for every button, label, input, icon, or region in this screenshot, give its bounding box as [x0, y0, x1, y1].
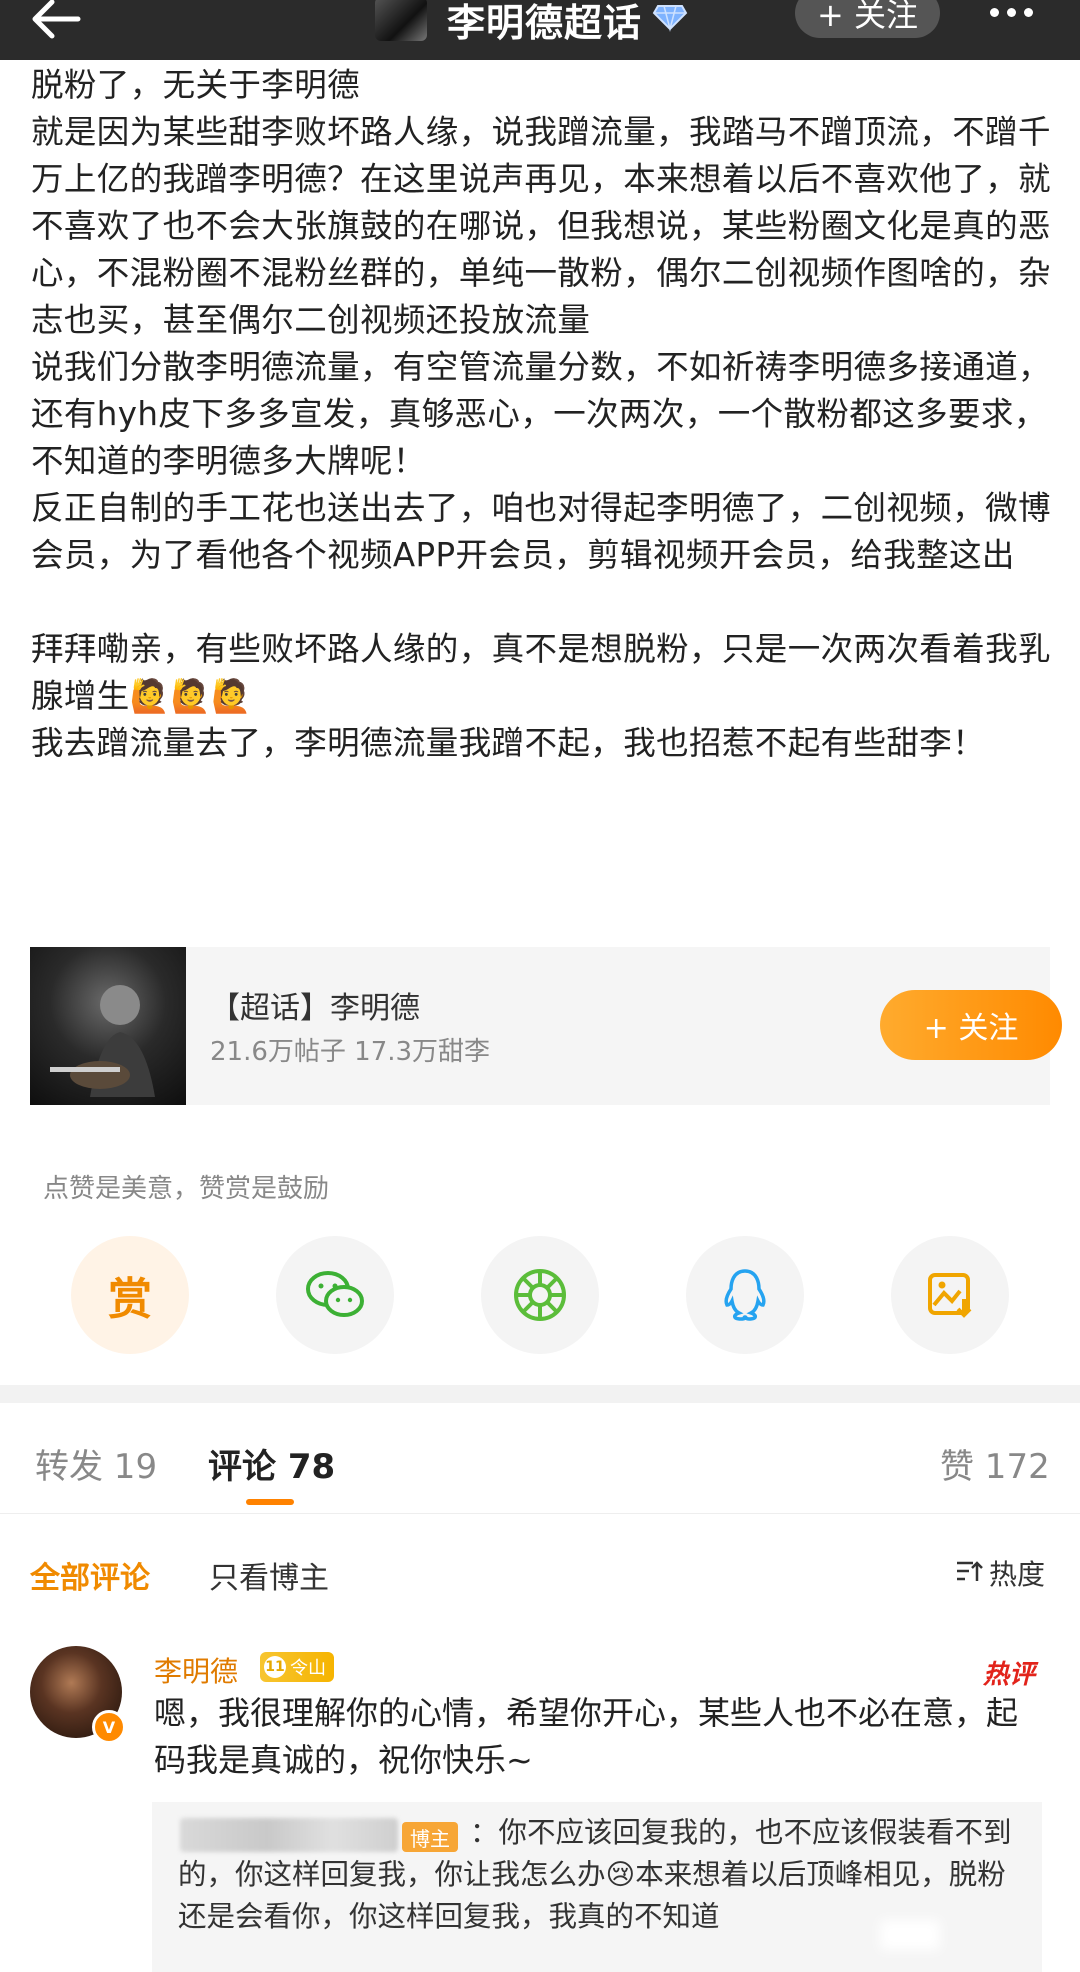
supertopic-card[interactable]: 【超话】李明德 21.6万帖子 17.3万甜李 + 关注 [30, 947, 1062, 1105]
reward-button[interactable]: 赏 [71, 1236, 189, 1354]
more-icon[interactable] [990, 0, 1050, 24]
supertopic-title: 【超话】李明德 [210, 991, 420, 1026]
back-arrow-icon[interactable] [28, 0, 88, 44]
fan-label: 令山 [290, 1658, 326, 1679]
tab-comments[interactable]: 评论 78 [208, 1439, 335, 1488]
qq-icon[interactable] [686, 1236, 804, 1354]
diamond-icon [652, 2, 688, 36]
supertopic-stats: 21.6万帖子 17.3万甜李 [210, 1037, 491, 1067]
comment-filter-row: 全部评论 只看博主 热度 [0, 1513, 1080, 1613]
fan-level: 11 [264, 1656, 286, 1678]
interaction-tabs: 转发 19 评论 78 赞 172 [0, 1403, 1080, 1514]
tab-likes[interactable]: 赞 172 [940, 1439, 1050, 1488]
top-bar: 李明德超话 + 关注 [0, 0, 1080, 60]
share-row: 赏 [0, 1236, 1080, 1356]
save-image-icon[interactable] [891, 1236, 1009, 1354]
sort-by-hot[interactable]: 热度 [955, 1553, 1045, 1593]
supertopic-avatar [375, 0, 427, 41]
post-paragraph: 我去蹭流量去了，李明德流量我蹭不起，我也招惹不起有些甜李！ [31, 724, 986, 762]
filter-owner-only[interactable]: 只看博主 [209, 1553, 329, 1597]
supertopic-follow-button[interactable]: + 关注 [880, 990, 1062, 1060]
supertopic-cover-image [30, 947, 186, 1105]
post-paragraph: 拜拜嘞亲，有些败坏路人缘的，真不是想脱粉，只是一次两次看着我乳腺增生🙋🙋🙋 [31, 630, 1051, 715]
tab-active-indicator [246, 1499, 294, 1505]
follow-button-top[interactable]: + 关注 [795, 0, 940, 38]
filter-all-comments[interactable]: 全部评论 [30, 1553, 150, 1597]
wechat-icon[interactable] [276, 1236, 394, 1354]
bottom-fade [880, 1920, 940, 1950]
post-paragraph-spacer [31, 579, 1056, 626]
sort-label: 热度 [989, 1558, 1046, 1591]
comment-text: 嗯，我很理解你的心情，希望你开心，某些人也不必在意，起码我是真诚的，祝你快乐~ [154, 1694, 1019, 1779]
fan-badge: 11 令山 [260, 1652, 334, 1682]
post-paragraph: 说我们分散李明德流量，有空管流量分数，不如祈祷李明德多接通道，还有hyh皮下多多… [31, 348, 1051, 480]
comment-author-name[interactable]: 李明德 [154, 1650, 238, 1690]
post-paragraph: 脱粉了，无关于李明德 [31, 66, 361, 104]
sort-icon [955, 1557, 983, 1590]
tab-reposts[interactable]: 转发 19 [35, 1439, 157, 1488]
reward-tip: 点赞是美意，赞赏是鼓励 [43, 1174, 330, 1204]
moments-icon[interactable] [481, 1236, 599, 1354]
post-paragraph: 反正自制的手工花也送出去了，咱也对得起李明德了，二创视频，微博会员，为了看他各个… [31, 489, 1051, 574]
verified-icon: V [92, 1710, 126, 1744]
section-divider [0, 1385, 1080, 1403]
hot-comment-tag: 热评 [983, 1660, 1036, 1690]
post-text: 脱粉了，无关于李明德 就是因为某些甜李败坏路人缘，说我蹭流量，我踏马不蹭顶流，不… [31, 62, 1056, 767]
page-title-group[interactable]: 李明德超话 [375, 0, 688, 45]
post-paragraph: 就是因为某些甜李败坏路人缘，说我蹭流量，我踏马不蹭顶流，不蹭千万上亿的我蹭李明德… [31, 113, 1051, 339]
page-title: 李明德超话 [447, 0, 643, 45]
